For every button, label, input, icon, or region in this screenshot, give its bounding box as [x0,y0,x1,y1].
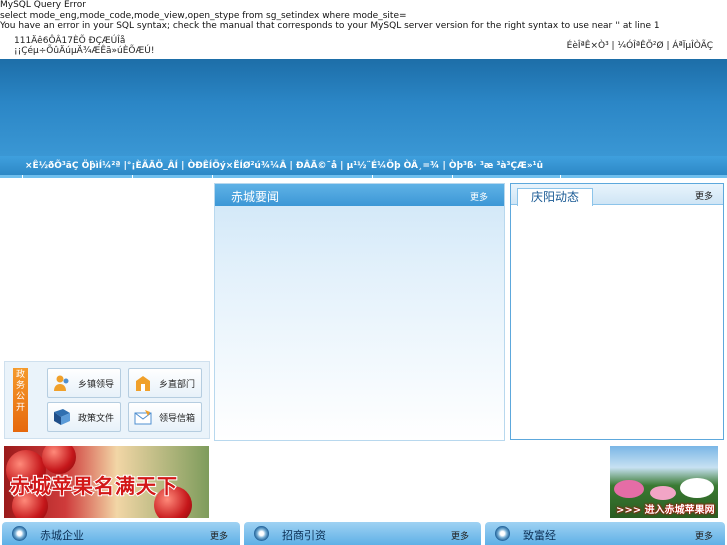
enterprises-section-bar: 赤城企业 更多 [2,522,240,545]
top-info-bar: 111Äê6ÔÂ17ÈÕ ÐÇÆÚÎå ¡¡Çéµ÷ÕûÄúµÄ¾ÆÊã»úÈÕ… [0,36,727,59]
apple-promo-banner[interactable]: 赤城苹果名满天下 [4,446,209,518]
direct-departments-button[interactable]: 乡直部门 [128,368,202,398]
error-line-1: MySQL Query Error [0,0,86,10]
gov-affairs-side-label: 政务公开 [13,368,28,432]
news-panel-title: 赤城要闻 [231,190,280,204]
dynamics-panel: 庆阳动态 更多 [510,183,724,440]
apple-site-banner[interactable]: >>> 进入赤城苹果网 [610,446,718,518]
globe-icon [495,526,510,541]
globe-icon [12,526,27,541]
globe-icon [254,526,269,541]
apple-site-link-text: 进入赤城苹果网 [644,505,715,516]
wealth-more-link[interactable]: 更多 [695,529,713,542]
nav-underline [0,175,727,178]
book-icon [54,409,70,425]
flower-image [650,486,676,500]
mail-icon [134,410,152,425]
wealth-title: 致富经 [523,529,556,542]
gov-affairs-panel: 政务公开 乡镇领导 乡直部门 政策文件 领导信箱 [4,361,210,439]
flower-image [680,478,714,498]
news-more-link[interactable]: 更多 [470,190,488,203]
dynamics-more-link[interactable]: 更多 [695,189,713,202]
investment-title: 招商引资 [282,529,326,542]
dynamics-panel-header: 庆阳动态 更多 [511,184,723,206]
township-leaders-button[interactable]: 乡镇领导 [47,368,121,398]
investment-section-bar: 招商引资 更多 [244,522,481,545]
leader-mailbox-button[interactable]: 领导信箱 [128,402,202,432]
header-banner [0,59,727,156]
township-leaders-label: 乡镇领导 [78,380,115,390]
date-text: 111Äê6ÔÂ17ÈÕ ÐÇÆÚÎå [14,36,126,46]
sql-error-message: MySQL Query Error select mode_eng,mode_c… [0,0,727,32]
error-line-3: You have an error in your SQL syntax; ch… [0,21,660,31]
apple-site-link[interactable]: >>> 进入赤城苹果网 [616,501,715,516]
policy-documents-button[interactable]: 政策文件 [47,402,121,432]
flower-image [614,480,644,498]
enterprises-title: 赤城企业 [40,529,84,542]
direct-departments-label: 乡直部门 [159,380,196,390]
investment-more-link[interactable]: 更多 [451,529,469,542]
nav-links[interactable]: ×Ê½ðÕ³ãÇ Öþ̀ìÍ¼²ª |°¡ÈÃÄÖ_ÂÍ | ÒÐÊÍÖý×ËÍ… [25,161,543,171]
apple-promo-text: 赤城苹果名满天下 [9,473,178,499]
top-links[interactable]: ÉèÎªÊ×Ò³ | ¼ÓÎªÊÕ²Ø | ÁªÏµÎÒÃÇ [567,41,713,51]
wealth-section-bar: 致富经 更多 [485,522,725,545]
building-icon [136,376,150,391]
policy-documents-label: 政策文件 [78,414,115,424]
news-panel: 赤城要闻 更多 [214,183,505,441]
dynamics-tab[interactable]: 庆阳动态 [517,188,593,206]
leader-mailbox-label: 领导信箱 [159,414,196,424]
enterprises-more-link[interactable]: 更多 [210,529,228,542]
people-icon [54,375,69,391]
date-hint-text: ¡¡Çéµ÷ÕûÄúµÄ¾ÆÊã»úÈÕÆÚ! [14,46,155,56]
news-panel-header: 赤城要闻 更多 [215,184,504,206]
error-line-2: select mode_eng,mode_code,mode_view,open… [0,10,407,21]
